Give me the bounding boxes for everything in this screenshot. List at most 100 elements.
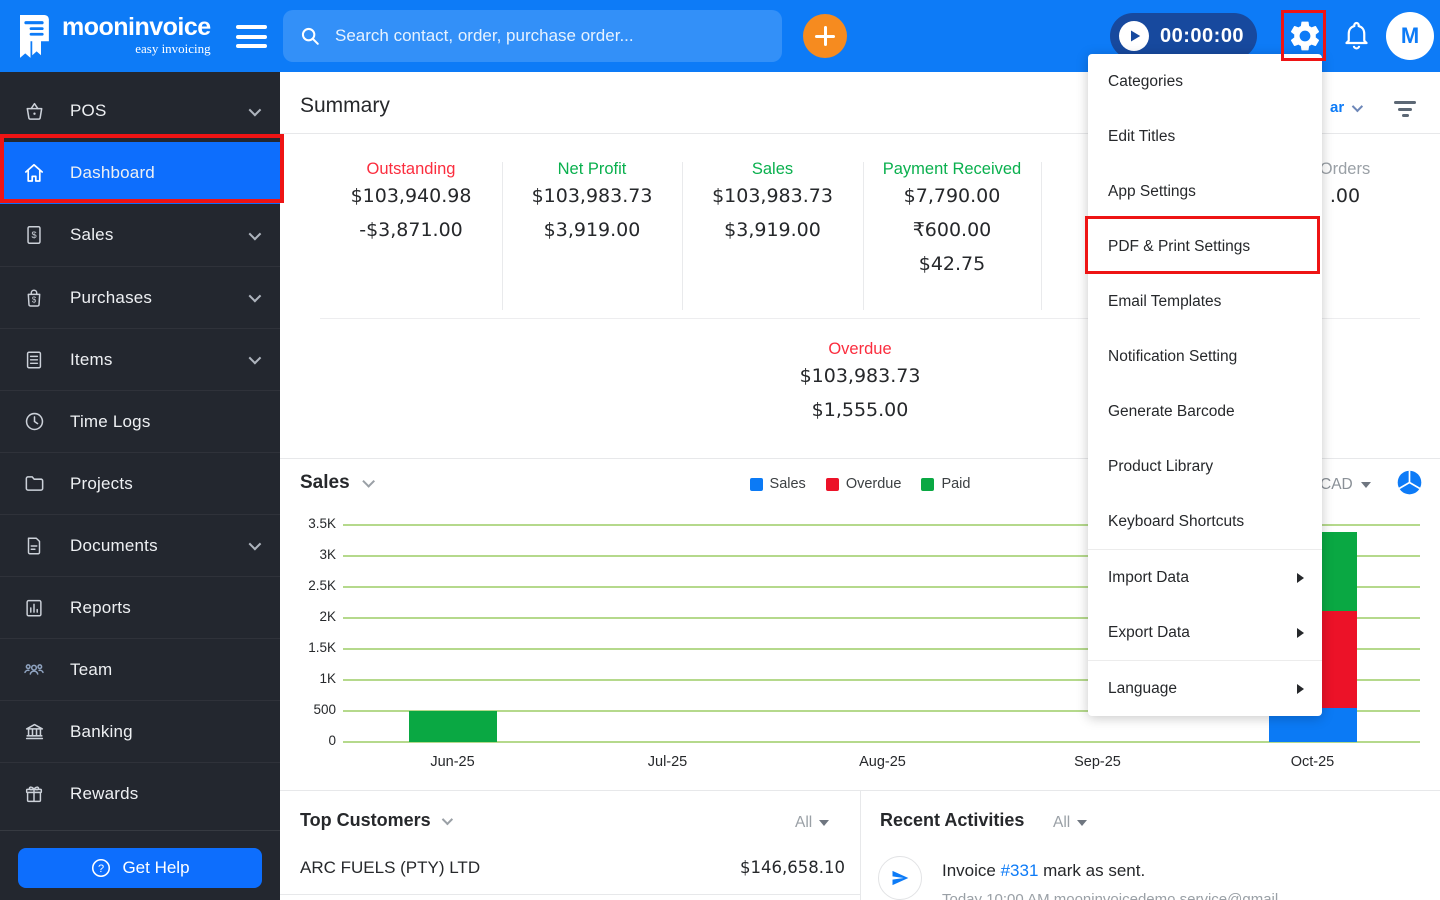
basket-icon bbox=[22, 99, 46, 123]
user-avatar[interactable]: M bbox=[1386, 12, 1434, 60]
sidebar-item-documents[interactable]: Documents bbox=[0, 514, 280, 576]
y-axis-tick: 1K bbox=[319, 671, 336, 686]
submenu-arrow-icon bbox=[1297, 627, 1304, 638]
brand-wordmark[interactable]: mooninvoice easy invoicing bbox=[62, 13, 211, 56]
sidebar-item-time-logs[interactable]: Time Logs bbox=[0, 390, 280, 452]
team-people-icon bbox=[22, 658, 46, 682]
notifications-bell-button[interactable] bbox=[1341, 20, 1372, 54]
sidebar-item-purchases[interactable]: $ Purchases bbox=[0, 266, 280, 328]
list-document-icon bbox=[22, 348, 46, 372]
pie-chart-toggle-icon[interactable] bbox=[1396, 469, 1423, 501]
divider bbox=[682, 162, 683, 310]
sidebar-item-label: Documents bbox=[70, 535, 158, 555]
sidebar-item-rewards[interactable]: Rewards bbox=[0, 762, 280, 824]
divider bbox=[863, 162, 864, 310]
y-axis-tick: 3K bbox=[319, 547, 336, 562]
sidebar-item-label: Time Logs bbox=[70, 411, 151, 431]
sidebar-item-pos[interactable]: POS bbox=[0, 80, 280, 142]
sidebar-item-label: Purchases bbox=[70, 287, 153, 307]
search-icon bbox=[301, 27, 319, 45]
menu-item-keyboard-shortcuts[interactable]: Keyboard Shortcuts bbox=[1088, 494, 1322, 549]
y-axis-tick: 0 bbox=[328, 733, 336, 748]
recent-activities-filter[interactable]: All bbox=[1053, 814, 1088, 832]
triangle-down-icon bbox=[1077, 820, 1088, 826]
invoice-link[interactable]: #331 bbox=[1001, 861, 1039, 880]
get-help-button[interactable]: ? Get Help bbox=[18, 848, 262, 888]
chevron-down-icon bbox=[248, 227, 262, 240]
bar-paid-Jun-25[interactable] bbox=[408, 711, 497, 742]
menu-item-app-settings[interactable]: App Settings bbox=[1088, 164, 1322, 219]
recent-activities-title: Recent Activities bbox=[880, 810, 1025, 830]
menu-item-edit-titles[interactable]: Edit Titles bbox=[1088, 109, 1322, 164]
triangle-down-icon bbox=[819, 820, 830, 826]
top-customers-filter[interactable]: All bbox=[795, 814, 830, 832]
chevron-down-icon bbox=[361, 474, 375, 488]
sidebar-item-label: Items bbox=[70, 349, 113, 369]
y-axis-tick: 500 bbox=[313, 702, 336, 717]
divider bbox=[280, 894, 860, 895]
menu-item-import-data[interactable]: Import Data bbox=[1088, 550, 1322, 605]
legend-swatch bbox=[749, 477, 763, 491]
shopping-bag-icon: $ bbox=[22, 286, 46, 310]
menu-item-pdf-print-settings[interactable]: PDF & Print Settings bbox=[1088, 219, 1322, 274]
chevron-down-icon bbox=[248, 103, 262, 116]
menu-item-export-data[interactable]: Export Data bbox=[1088, 605, 1322, 660]
currency-selector[interactable]: CAD bbox=[1320, 476, 1371, 494]
stat-payment-received: Payment Received $7,790.00 ₹600.00 $42.7… bbox=[882, 160, 1022, 275]
y-axis-tick: 2K bbox=[319, 609, 336, 624]
x-axis-tick: Jul-25 bbox=[647, 754, 688, 770]
report-chart-icon bbox=[22, 596, 46, 620]
period-selector[interactable]: ar bbox=[1330, 99, 1364, 116]
search-bar[interactable]: Search contact, order, purchase order... bbox=[283, 10, 782, 62]
period-selector-label: ar bbox=[1330, 99, 1345, 116]
brand-name: mooninvoice bbox=[62, 13, 211, 41]
menu-item-email-templates[interactable]: Email Templates bbox=[1088, 274, 1322, 329]
play-icon[interactable] bbox=[1119, 21, 1149, 51]
timer-value: 00:00:00 bbox=[1160, 24, 1245, 47]
gear-icon bbox=[1290, 21, 1320, 51]
menu-item-language[interactable]: Language bbox=[1088, 661, 1322, 716]
sales-chart-title[interactable]: Sales bbox=[300, 472, 375, 494]
menu-item-notification-setting[interactable]: Notification Setting bbox=[1088, 329, 1322, 384]
settings-dropdown-menu: Categories Edit Titles App Settings PDF … bbox=[1088, 54, 1322, 716]
app-window: mooninvoice easy invoicing Search contac… bbox=[0, 0, 1440, 900]
customer-amount: $146,658.10 bbox=[740, 858, 845, 877]
hamburger-menu-button[interactable] bbox=[236, 25, 267, 48]
stat-sales: Sales $103,983.73 $3,919.00 bbox=[712, 160, 833, 241]
avatar-initial: M bbox=[1400, 23, 1420, 48]
sidebar-item-items[interactable]: Items bbox=[0, 328, 280, 390]
x-axis-tick: Oct-25 bbox=[1290, 754, 1335, 770]
customer-row[interactable]: ARC FUELS (PTY) LTD $146,658.10 bbox=[300, 858, 845, 878]
sidebar-item-sales[interactable]: $ Sales bbox=[0, 204, 280, 266]
sidebar-item-banking[interactable]: Banking bbox=[0, 700, 280, 762]
sidebar-item-label: Reports bbox=[70, 597, 131, 617]
sidebar-item-reports[interactable]: Reports bbox=[0, 576, 280, 638]
add-new-button[interactable] bbox=[803, 14, 847, 58]
menu-item-product-library[interactable]: Product Library bbox=[1088, 439, 1322, 494]
menu-item-generate-barcode[interactable]: Generate Barcode bbox=[1088, 384, 1322, 439]
stat-net-profit: Net Profit $103,983.73 $3,919.00 bbox=[531, 160, 653, 241]
svg-text:?: ? bbox=[98, 863, 104, 875]
legend-item-overdue: Overdue bbox=[825, 476, 901, 492]
filter-icon[interactable] bbox=[1393, 101, 1417, 121]
stat-outstanding: Outstanding $103,940.98 -$3,871.00 bbox=[350, 160, 472, 241]
sidebar-item-label: Rewards bbox=[70, 783, 139, 803]
sidebar-item-team[interactable]: Team bbox=[0, 638, 280, 700]
settings-gear-button[interactable] bbox=[1287, 18, 1323, 57]
svg-text:$: $ bbox=[32, 295, 37, 304]
timer-widget[interactable]: 00:00:00 bbox=[1110, 13, 1257, 59]
sidebar-item-label: POS bbox=[70, 101, 107, 120]
submenu-arrow-icon bbox=[1297, 683, 1304, 694]
top-customers-title[interactable]: Top Customers bbox=[300, 810, 453, 831]
sidebar-item-projects[interactable]: Projects bbox=[0, 452, 280, 514]
legend-item-paid: Paid bbox=[921, 476, 970, 492]
stat-overdue: Overdue $103,983.73 $1,555.00 bbox=[799, 340, 921, 421]
chevron-down-icon bbox=[248, 289, 262, 303]
chevron-down-icon bbox=[1351, 100, 1364, 112]
mooninvoice-logo-icon bbox=[20, 15, 49, 58]
sidebar-item-dashboard[interactable]: Dashboard bbox=[0, 142, 280, 204]
bell-icon bbox=[1345, 21, 1368, 50]
sidebar: POS Dashboard $ Sales $ Purchases Items bbox=[0, 72, 280, 900]
sidebar-divider bbox=[0, 830, 280, 831]
menu-item-categories[interactable]: Categories bbox=[1088, 54, 1322, 109]
